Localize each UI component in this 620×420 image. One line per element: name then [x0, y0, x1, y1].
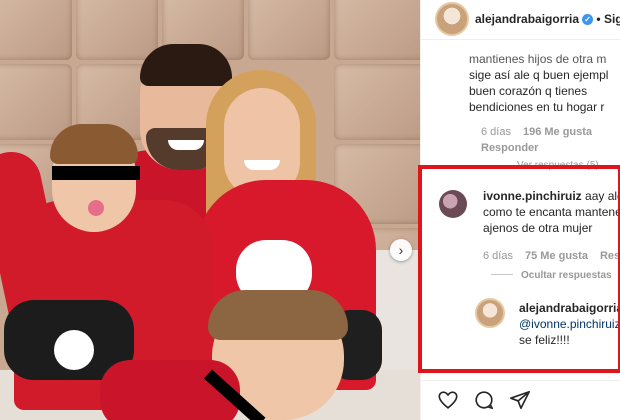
- reply-button[interactable]: Responder: [481, 142, 538, 154]
- comment-line: buen corazón q tienes: [469, 84, 588, 98]
- header-username-row: alejandrabaigorria✓ • Sig: [475, 12, 620, 26]
- headboard-tile: [334, 0, 420, 60]
- comment-line: sige así ale q buen ejempl: [469, 68, 609, 82]
- avatar[interactable]: [435, 2, 469, 36]
- next-photo-button[interactable]: ›: [390, 239, 412, 261]
- post-photo[interactable]: ›: [0, 0, 420, 420]
- chevron-right-icon: ›: [398, 242, 404, 258]
- headboard-tile: [248, 0, 330, 60]
- headboard-tile: [334, 64, 420, 140]
- headboard-tile: [76, 0, 158, 60]
- comment-icon[interactable]: [473, 389, 495, 411]
- heart-icon[interactable]: [437, 389, 459, 411]
- header-separator: •: [596, 12, 601, 26]
- action-bar: [421, 380, 620, 420]
- headboard-tile: [0, 64, 72, 140]
- comment-likes[interactable]: 196 Me gusta: [523, 126, 592, 138]
- header-username[interactable]: alejandrabaigorria: [475, 12, 579, 26]
- comment-line: bendiciones en tu hogar r: [469, 100, 605, 114]
- verified-badge-icon: ✓: [582, 14, 594, 25]
- censor-bar: [52, 166, 140, 180]
- comment-time[interactable]: 6 días: [481, 126, 511, 138]
- comment-line: mantienes hijos de otra m: [469, 52, 607, 66]
- highlight-box: [418, 165, 620, 373]
- headboard-tile: [0, 0, 72, 60]
- follow-button[interactable]: Sig: [604, 12, 620, 26]
- post-header: alejandrabaigorria✓ • Sig: [421, 0, 620, 40]
- comment-meta: 6 días 196 Me gusta: [481, 126, 592, 138]
- share-icon[interactable]: [509, 389, 531, 411]
